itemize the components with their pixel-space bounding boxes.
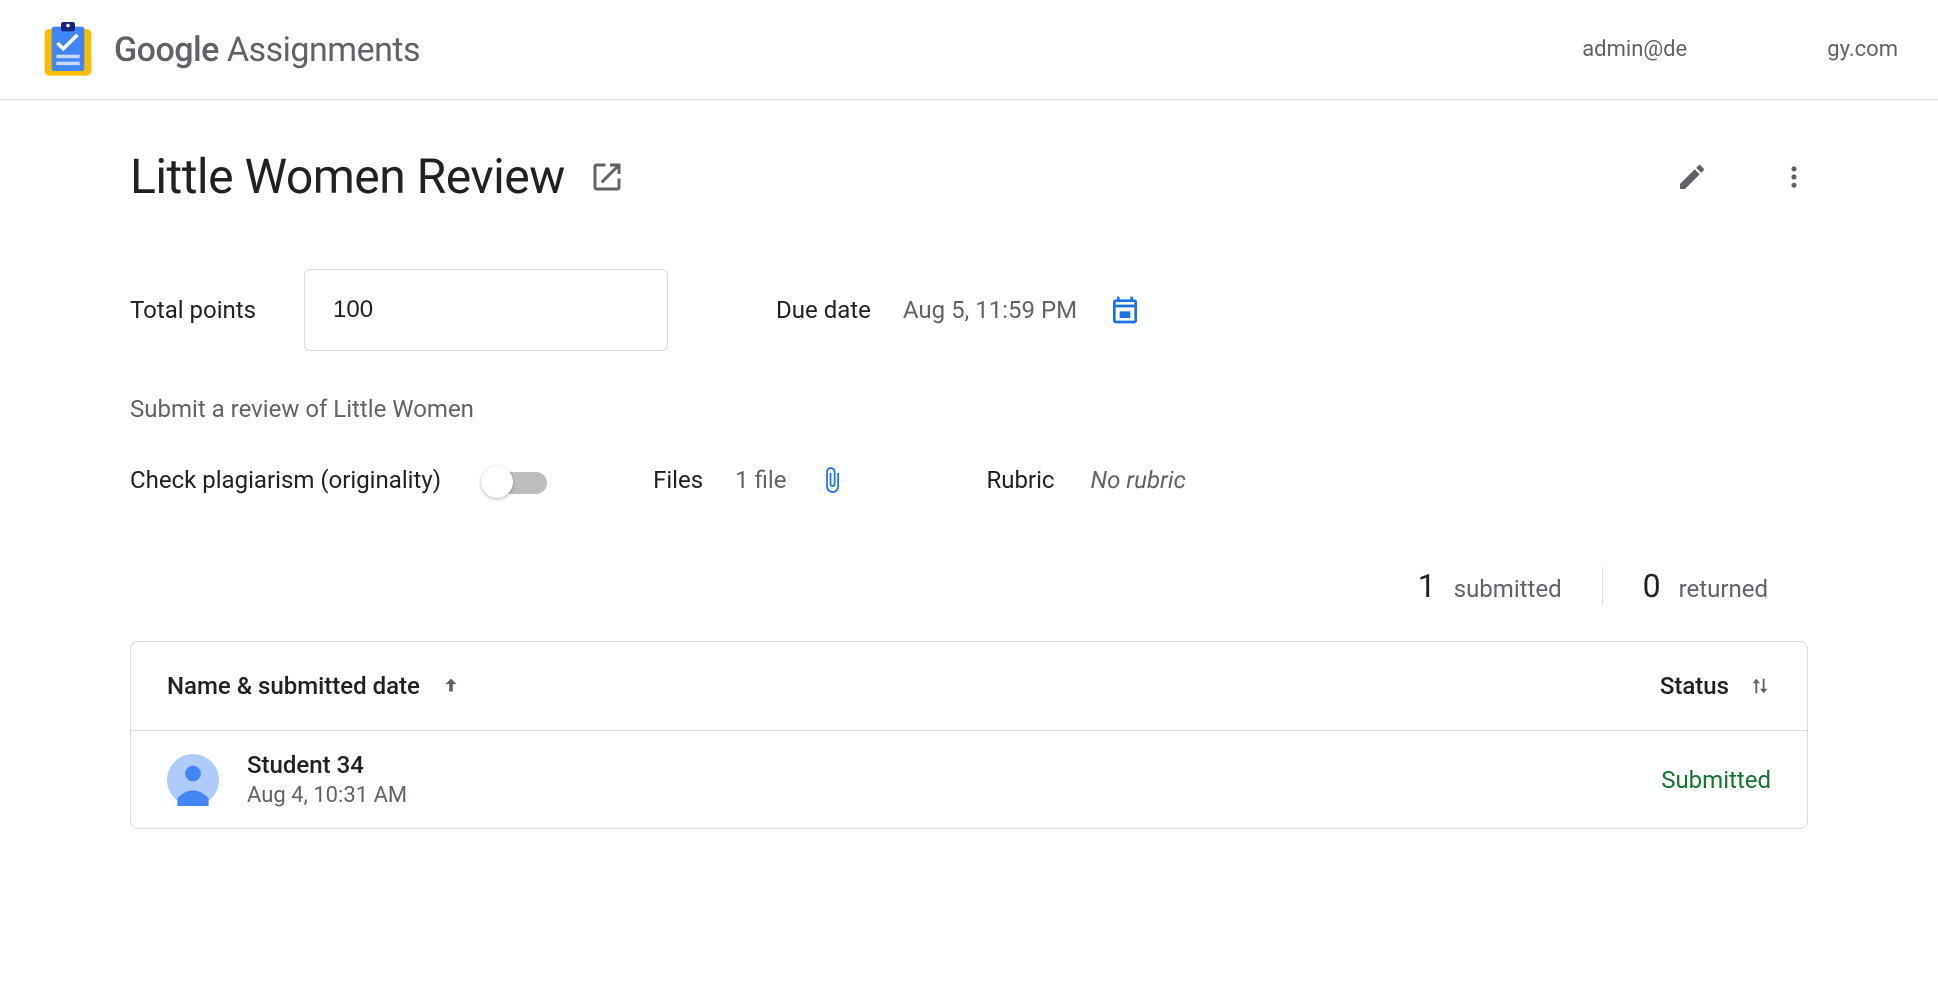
student-name: Student 34 [247,751,407,779]
student-info: Student 34 Aug 4, 10:31 AM [247,751,407,808]
table-row[interactable]: Student 34 Aug 4, 10:31 AM Submitted [131,731,1807,828]
stat-returned: 0 returned [1603,567,1808,605]
pencil-icon [1676,161,1708,193]
brand-bold: Google [114,30,219,70]
due-date-group: Due date Aug 5, 11:59 PM [776,292,1141,328]
files-label: Files [653,466,703,494]
returned-label: returned [1679,575,1768,603]
rubric-label: Rubric [986,466,1054,494]
submitted-count: 1 [1418,567,1436,605]
attachment-button[interactable] [818,463,846,497]
user-email-right: gy.com [1827,37,1898,62]
brand-text: Google Assignments [114,30,420,70]
plagiarism-toggle[interactable] [481,466,553,494]
more-vert-icon [1780,163,1808,191]
edit-button[interactable] [1676,161,1756,193]
user-email-left: admin@de [1582,37,1687,62]
title-row: Little Women Review [130,148,1808,205]
status-badge: Submitted [1661,766,1771,794]
stat-submitted: 1 submitted [1378,567,1603,605]
options-row: Check plagiarism (originality) Files 1 f… [130,463,1808,497]
col-status-label[interactable]: Status [1660,672,1729,700]
due-date-label: Due date [776,296,871,324]
table-header: Name & submitted date Status [131,642,1807,731]
brand-logo: Google Assignments [40,22,420,78]
due-date-value: Aug 5, 11:59 PM [903,296,1077,324]
calendar-icon [1109,292,1141,328]
avatar [167,754,219,806]
stats-row: 1 submitted 0 returned [130,567,1808,605]
main-content: Little Women Review Total points Due dat… [0,100,1938,869]
total-points-input[interactable] [304,269,668,351]
open-external-icon [589,159,625,195]
assignment-description: Submit a review of Little Women [130,395,1808,423]
files-count: 1 file [735,466,786,494]
assignments-icon [40,22,96,78]
page-title: Little Women Review [130,148,565,205]
rubric-value: No rubric [1090,466,1185,494]
plagiarism-label: Check plagiarism (originality) [130,466,441,494]
submissions-table: Name & submitted date Status Student 34 … [130,641,1808,829]
meta-row: Total points Due date Aug 5, 11:59 PM [130,269,1808,351]
submitted-label: submitted [1454,575,1562,603]
toggle-thumb [481,466,513,498]
sort-both-icon [1749,675,1771,697]
arrow-up-icon [440,675,462,697]
total-points-label: Total points [130,296,256,324]
brand-light: Assignments [219,30,420,70]
returned-count: 0 [1643,567,1661,605]
paperclip-icon [818,463,846,497]
calendar-button[interactable] [1109,292,1141,328]
col-name-label[interactable]: Name & submitted date [167,672,420,700]
app-header: Google Assignments admin@de gy.com [0,0,1938,100]
rubric-group: Rubric No rubric [986,466,1185,494]
student-date: Aug 4, 10:31 AM [247,783,407,808]
open-external-button[interactable] [589,159,625,195]
files-group: Files 1 file [653,463,846,497]
more-button[interactable] [1780,163,1808,191]
